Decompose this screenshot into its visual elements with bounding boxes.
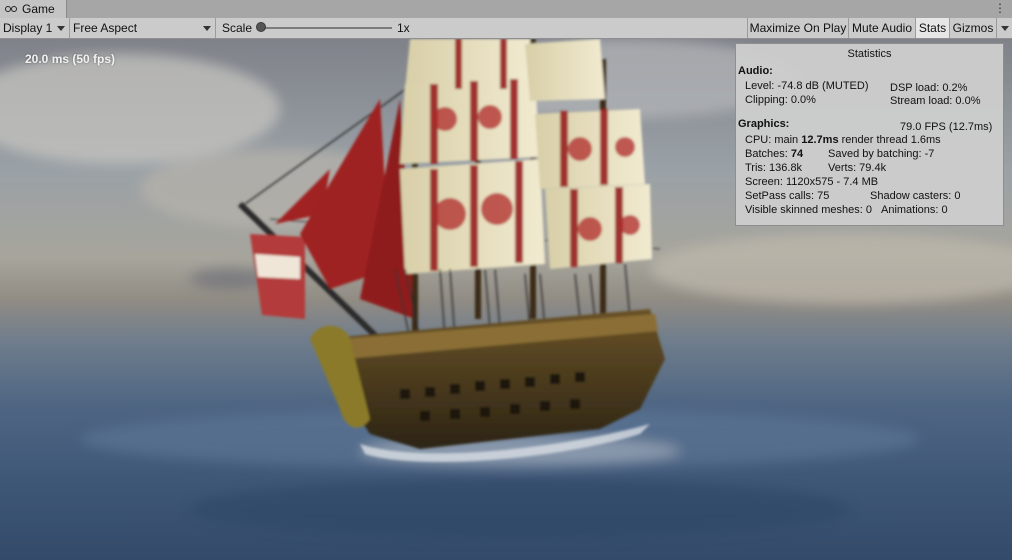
- cpu-render-thread: render thread 1.6ms: [838, 134, 941, 146]
- chevron-down-icon: [203, 26, 211, 31]
- batches-value: 74: [790, 148, 804, 160]
- window-tab-strip: Game ⋮: [0, 0, 1012, 18]
- mute-audio-button[interactable]: Mute Audio: [848, 18, 915, 38]
- scale-value: 1x: [397, 21, 410, 35]
- cpu-main-value: 12.7ms: [801, 134, 839, 146]
- audio-dsp-load: DSP load: 0.2%: [890, 82, 968, 94]
- scale-slider-track[interactable]: [262, 27, 392, 29]
- gamepad-icon: [5, 5, 19, 14]
- graphics-shadow-casters: Shadow casters: 0: [870, 190, 961, 202]
- stats-button[interactable]: Stats: [915, 18, 949, 38]
- gizmos-button[interactable]: Gizmos: [949, 18, 996, 38]
- tab-game[interactable]: Game: [0, 0, 67, 18]
- aspect-dropdown-label: Free Aspect: [73, 21, 138, 35]
- scale-slider-handle[interactable]: [256, 22, 266, 32]
- graphics-visible-skinned-meshes: Visible skinned meshes: 0: [745, 204, 872, 216]
- graphics-verts: Verts: 79.4k: [828, 162, 887, 174]
- cpu-prefix: CPU: main: [745, 134, 802, 146]
- scale-label: Scale: [222, 21, 253, 35]
- graphics-fps: 79.0 FPS (12.7ms): [900, 121, 993, 133]
- chevron-down-icon: [57, 26, 65, 31]
- audio-stream-load: Stream load: 0.0%: [890, 95, 981, 107]
- graphics-heading: Graphics:: [738, 118, 790, 130]
- audio-level: Level: -74.8 dB (MUTED): [745, 80, 869, 92]
- fps-readout: 20.0 ms (50 fps): [25, 52, 116, 66]
- graphics-animations: Animations: 0: [881, 204, 948, 216]
- gizmos-menu-button[interactable]: [996, 18, 1012, 38]
- audio-heading: Audio:: [738, 65, 773, 77]
- display-dropdown-label: Display 1: [3, 21, 53, 35]
- game-toolbar: Display 1 Free Aspect Scale 1x Maximize …: [0, 18, 1012, 39]
- kebab-menu-icon[interactable]: ⋮: [994, 1, 1006, 15]
- graphics-saved-by-batching: Saved by batching: -7: [828, 148, 935, 160]
- tab-game-label: Game: [22, 2, 55, 16]
- graphics-batches: Batches: 74: [745, 148, 803, 160]
- aspect-dropdown[interactable]: Free Aspect: [70, 18, 216, 38]
- batches-prefix: Batches:: [745, 148, 791, 160]
- display-dropdown[interactable]: Display 1: [0, 18, 70, 38]
- graphics-screen: Screen: 1120x575 - 7.4 MB: [745, 176, 879, 188]
- statistics-title: Statistics: [847, 48, 892, 60]
- graphics-cpu: CPU: main 12.7ms render thread 1.6ms: [745, 134, 941, 146]
- graphics-tris: Tris: 136.8k: [745, 162, 803, 174]
- audio-clipping: Clipping: 0.0%: [745, 94, 816, 106]
- graphics-setpass: SetPass calls: 75: [745, 190, 830, 202]
- chevron-down-icon: [1001, 26, 1009, 31]
- maximize-on-play-button[interactable]: Maximize On Play: [747, 18, 848, 38]
- statistics-panel: Statistics Audio: Level: -74.8 dB (MUTED…: [735, 43, 1004, 226]
